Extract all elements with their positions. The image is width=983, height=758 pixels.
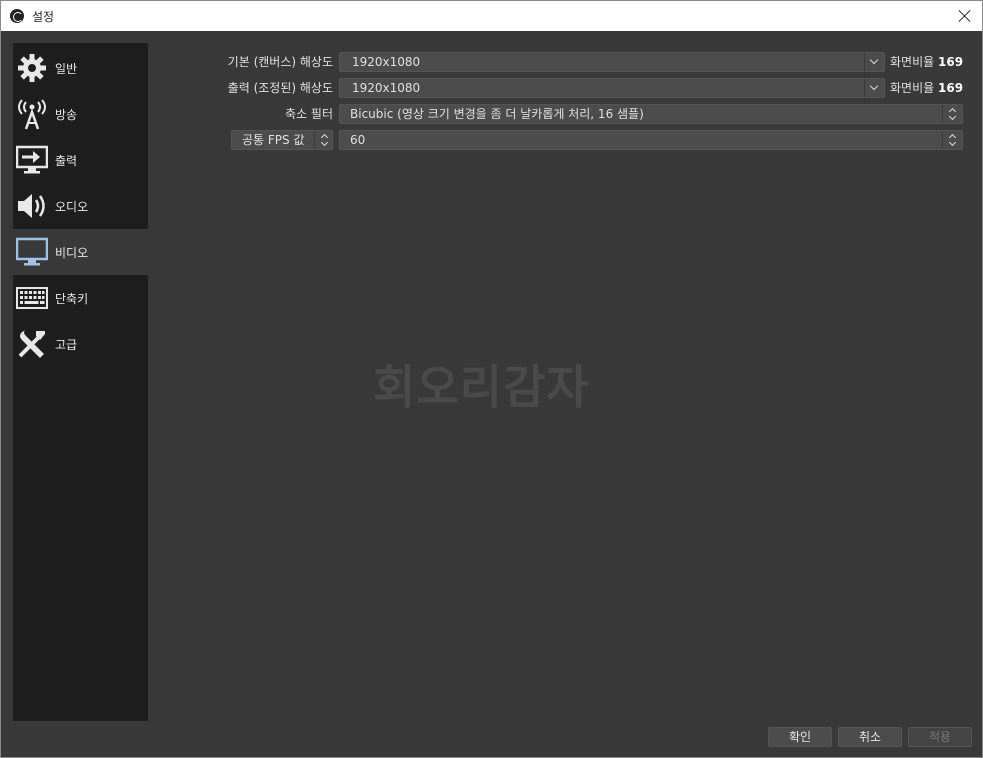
sidebar-item-label: 단축키	[55, 292, 89, 306]
tools-icon	[16, 328, 48, 360]
watermark-text: 회오리감자	[373, 360, 590, 414]
ok-button[interactable]: 확인	[768, 727, 832, 747]
obs-logo-icon	[10, 9, 24, 23]
spin-arrows-icon[interactable]	[942, 105, 962, 123]
monitor-icon	[16, 236, 48, 268]
base-resolution-combo[interactable]: 1920x1080	[339, 52, 885, 72]
window-title: 설정	[32, 10, 55, 24]
spin-arrows-icon[interactable]	[314, 131, 332, 149]
sidebar-item-label: 일반	[55, 62, 78, 76]
keyboard-icon	[16, 282, 48, 314]
chevron-down-icon[interactable]	[864, 53, 884, 71]
aspect-ratio-label: 화면비율	[890, 81, 935, 95]
downscale-filter-label: 축소 필터	[285, 107, 333, 121]
speaker-icon	[16, 190, 48, 222]
broadcast-tower-icon	[16, 98, 48, 130]
sidebar-item-label: 고급	[55, 338, 78, 352]
sidebar-item-stream[interactable]: 방송	[13, 91, 148, 137]
fps-value-combo[interactable]: 60	[339, 130, 963, 150]
sidebar-item-label: 방송	[55, 108, 78, 122]
sidebar-item-audio[interactable]: 오디오	[13, 183, 148, 229]
base-resolution-label: 기본 (캔버스) 해상도	[227, 55, 333, 69]
apply-button[interactable]: 적용	[908, 727, 972, 747]
fps-value: 60	[350, 133, 366, 147]
sidebar-item-output[interactable]: 출력	[13, 137, 148, 183]
output-resolution-combo[interactable]: 1920x1080	[339, 78, 885, 98]
base-aspect-ratio: 화면비율 169	[890, 53, 963, 70]
aspect-ratio-value: 169	[938, 81, 964, 95]
downscale-filter-value: Bicubic (영상 크기 변경을 좀 더 날카롭게 처리, 16 샘플)	[350, 107, 644, 121]
sidebar-item-label: 비디오	[55, 246, 89, 260]
chevron-down-icon[interactable]	[864, 79, 884, 97]
spin-arrows-icon[interactable]	[942, 131, 962, 149]
base-resolution-value: 1920x1080	[352, 55, 421, 69]
title-bar: 설정	[1, 1, 982, 31]
cancel-button[interactable]: 취소	[838, 727, 902, 747]
settings-window: 설정 일반 방송 출력 오디오 비디오 단축키 고급 기본 (캔버스) 해상도 …	[0, 0, 983, 758]
sidebar-item-label: 출력	[55, 154, 78, 168]
sidebar-item-label: 오디오	[55, 200, 89, 214]
fps-type-combo[interactable]: 공통 FPS 값	[231, 130, 333, 150]
aspect-ratio-label: 화면비율	[890, 55, 935, 69]
downscale-filter-combo[interactable]: Bicubic (영상 크기 변경을 좀 더 날카롭게 처리, 16 샘플)	[339, 104, 963, 124]
gear-icon	[16, 52, 48, 84]
aspect-ratio-value: 169	[938, 55, 964, 69]
sidebar-item-general[interactable]: 일반	[13, 45, 148, 91]
sidebar-item-hotkeys[interactable]: 단축키	[13, 275, 148, 321]
output-resolution-label: 출력 (조정된) 해상도	[227, 81, 333, 95]
fps-type-value: 공통 FPS 값	[242, 133, 305, 147]
settings-sidebar: 일반 방송 출력 오디오 비디오 단축키 고급	[13, 43, 148, 721]
sidebar-item-advanced[interactable]: 고급	[13, 321, 148, 367]
close-icon[interactable]	[956, 7, 974, 25]
output-icon	[16, 144, 48, 176]
sidebar-item-video[interactable]: 비디오	[13, 229, 148, 275]
output-aspect-ratio: 화면비율 169	[890, 79, 963, 96]
output-resolution-value: 1920x1080	[352, 81, 421, 95]
